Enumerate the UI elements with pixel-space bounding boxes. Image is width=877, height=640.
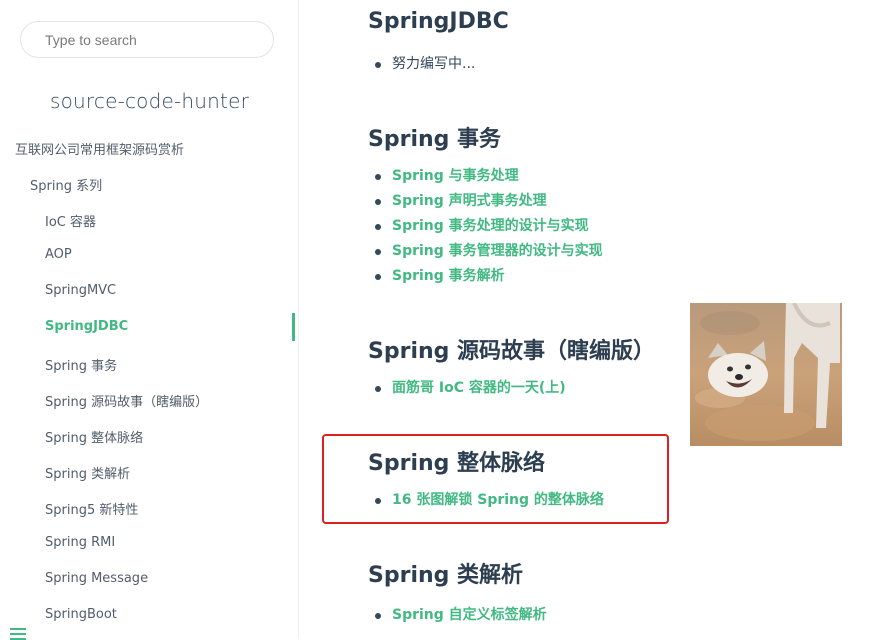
section-list-spring-story: 面筋哥 IoC 容器的一天(上) (372, 376, 566, 401)
hamburger-menu-icon[interactable] (10, 628, 26, 640)
link-transaction-manager-design[interactable]: Spring 事务管理器的设计与实现 (392, 243, 603, 259)
app-name[interactable]: source-code-hunter (0, 89, 299, 113)
list-item: Spring 与事务处理 (372, 164, 603, 189)
list-item: Spring 事务解析 (372, 264, 603, 289)
sidebar-item-spring5-features[interactable]: Spring5 新特性 (45, 499, 138, 518)
sidebar-item-spring-transaction[interactable]: Spring 事务 (45, 355, 117, 374)
list-item: 面筋哥 IoC 容器的一天(上) (372, 376, 566, 401)
section-title-spring-transaction: Spring 事务 (368, 127, 502, 152)
list-item: Spring 自定义标签解析 (372, 603, 547, 628)
sidebar-item-framework-analysis[interactable]: 互联网公司常用框架源码赏析 (15, 139, 184, 158)
sidebar-item-ioc[interactable]: IoC 容器 (45, 211, 96, 230)
link-transaction-parsing[interactable]: Spring 事务解析 (392, 268, 505, 284)
list-item: Spring 事务管理器的设计与实现 (372, 239, 603, 264)
dog-image (690, 303, 842, 446)
section-list-spring-class-analysis: Spring 自定义标签解析 (372, 603, 547, 628)
link-transaction-design[interactable]: Spring 事务处理的设计与实现 (392, 218, 589, 234)
sidebar-item-aop[interactable]: AOP (45, 247, 72, 262)
sidebar-item-spring-message[interactable]: Spring Message (45, 571, 148, 586)
list-item: Spring 事务处理的设计与实现 (372, 214, 603, 239)
sidebar-item-springjdbc[interactable]: SpringJDBC (45, 319, 128, 334)
list-item: Spring 声明式事务处理 (372, 189, 603, 214)
sidebar-item-spring-class-analysis[interactable]: Spring 类解析 (45, 463, 130, 482)
section-title-spring-story: Spring 源码故事（瞎编版） (368, 339, 656, 364)
link-declarative-transaction[interactable]: Spring 声明式事务处理 (392, 193, 547, 209)
active-indicator (292, 313, 295, 341)
highlight-box (322, 434, 669, 524)
search-box[interactable] (20, 21, 274, 58)
sidebar: source-code-hunter 互联网公司常用框架源码赏析 Spring … (0, 0, 299, 639)
sidebar-item-spring-story[interactable]: Spring 源码故事（瞎编版） (45, 391, 208, 410)
sidebar-item-spring-overview[interactable]: Spring 整体脉络 (45, 427, 143, 446)
list-item: 努力编写中... (372, 52, 475, 77)
section-title-spring-class-analysis: Spring 类解析 (368, 563, 524, 588)
sidebar-item-spring-series[interactable]: Spring 系列 (30, 175, 102, 194)
search-input[interactable] (43, 31, 257, 49)
link-ioc-day[interactable]: 面筋哥 IoC 容器的一天(上) (392, 380, 566, 396)
sidebar-item-springboot[interactable]: SpringBoot (45, 607, 117, 622)
section-title-springjdbc: SpringJDBC (368, 9, 509, 34)
dog-illustration (690, 303, 842, 446)
section-list-springjdbc: 努力编写中... (372, 52, 475, 77)
link-spring-transaction-processing[interactable]: Spring 与事务处理 (392, 168, 519, 184)
sidebar-item-springmvc[interactable]: SpringMVC (45, 283, 116, 298)
sidebar-item-spring-rmi[interactable]: Spring RMI (45, 535, 115, 550)
link-custom-tag-parsing[interactable]: Spring 自定义标签解析 (392, 607, 547, 623)
list-item-text: 努力编写中... (392, 56, 476, 72)
section-list-spring-transaction: Spring 与事务处理 Spring 声明式事务处理 Spring 事务处理的… (372, 164, 603, 289)
